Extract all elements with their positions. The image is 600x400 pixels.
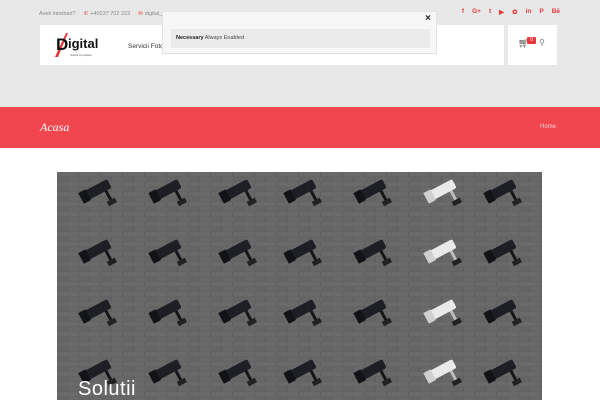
linkedin-icon[interactable]: in (526, 8, 532, 16)
cart-count-badge: 0 (527, 37, 536, 44)
breadcrumb-home[interactable]: Home (540, 124, 556, 130)
hero-image: Solutii (57, 172, 542, 400)
security-cameras-photo (57, 172, 542, 400)
behance-icon[interactable]: Bē (552, 8, 560, 16)
nav-item-servicii-foto[interactable]: Servicii Foto (128, 43, 164, 50)
close-icon[interactable]: × (425, 13, 431, 24)
pinterest-icon[interactable]: P (539, 8, 543, 16)
logo-initial: D (56, 35, 68, 54)
twitter-icon[interactable]: t (489, 8, 491, 16)
social-icons: f G+ t ▶ ✿ in P Bē (462, 8, 560, 16)
cookie-category-necessary[interactable]: Necessary Always Enabled (171, 29, 430, 48)
page-title-band: Acasa Home (0, 107, 600, 148)
cookie-category-status: Always Enabled (204, 35, 244, 41)
mail-icon: ✉ (138, 11, 143, 17)
phone-number: +40237 702 223 (90, 11, 131, 17)
phone-icon: ✆ (83, 11, 89, 17)
facebook-icon[interactable]: f (462, 8, 464, 16)
youtube-icon[interactable]: ▶ (499, 8, 504, 16)
email-link[interactable]: ✉ digital_ (138, 11, 162, 17)
logo-tagline: Solutii Complete (70, 53, 92, 57)
email-address: digital_ (144, 11, 163, 17)
site-logo[interactable]: D igital Solutii Complete (52, 30, 110, 60)
google-plus-icon[interactable]: G+ (472, 8, 481, 16)
question-text: Aveti intrebari? (39, 11, 76, 17)
search-icon[interactable]: ⚲ (539, 38, 545, 47)
contact-bar: Aveti intrebari? ✆ +40237 702 223 ✉ digita… (39, 8, 162, 20)
logo-text: igital (68, 36, 98, 51)
phone-link[interactable]: ✆ +40237 702 223 (84, 11, 131, 17)
cookie-category-name: Necessary (176, 35, 204, 41)
cart-box: 🛒︎ 0 ⚲ (508, 25, 557, 65)
hero-caption: Solutii (78, 378, 136, 400)
page-title: Acasa (40, 120, 70, 134)
cookie-popup: × Necessary Always Enabled (162, 11, 437, 54)
flickr-icon[interactable]: ✿ (512, 8, 517, 16)
